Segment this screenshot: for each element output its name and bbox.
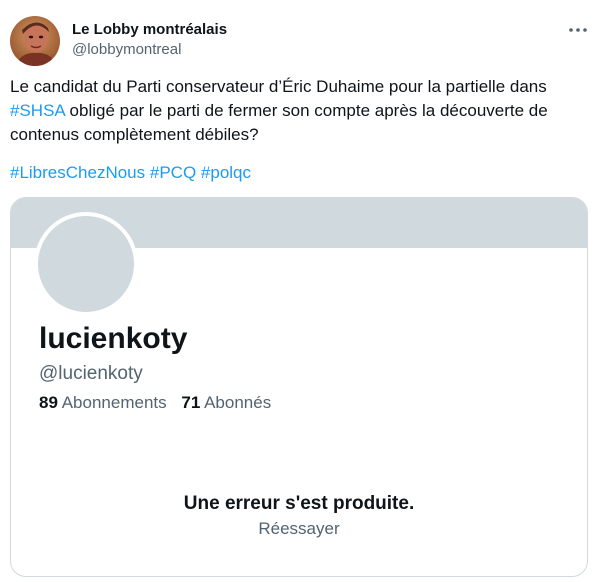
followers-stat[interactable]: 71 Abonnés xyxy=(181,393,271,412)
profile-handle[interactable]: @lucienkoty xyxy=(39,362,143,386)
hashtag-link[interactable]: #LibresChezNous xyxy=(10,163,145,182)
tweet-text-line: #SHSA obligé par le parti de fermer son … xyxy=(10,99,590,123)
hashtag-list: #LibresChezNous #PCQ #polqc xyxy=(10,161,251,185)
author-handle[interactable]: @lobbymontreal xyxy=(72,40,181,60)
hashtag-link[interactable]: #polqc xyxy=(201,163,251,182)
hashtag-link[interactable]: #SHSA xyxy=(10,101,65,120)
profile-stats: 89 Abonnements 71 Abonnés xyxy=(39,392,281,414)
followers-count: 71 xyxy=(181,393,201,412)
hashtag-link[interactable]: #PCQ xyxy=(150,163,196,182)
following-label: Abonnements xyxy=(61,393,167,412)
error-message: Une erreur s'est produite. xyxy=(183,493,415,514)
following-stat[interactable]: 89 Abonnements xyxy=(39,393,167,412)
following-count: 89 xyxy=(39,393,58,412)
author-name[interactable]: Le Lobby montréalais xyxy=(72,20,227,40)
tweet-text-line: contenus complètement débiles? xyxy=(10,125,259,144)
followers-label: Abonnés xyxy=(204,393,272,412)
profile-card[interactable]: lucienkoty @lucienkoty 89 Abonnements 71… xyxy=(10,197,588,577)
tweet-text-line: Le candidat du Parti conservateur d’Éric… xyxy=(10,77,547,96)
tweet: Le Lobby montréalais @lobbymontreal Le c… xyxy=(0,0,600,582)
retry-button[interactable]: Réessayer xyxy=(11,518,587,540)
author-avatar[interactable] xyxy=(10,16,60,66)
profile-name[interactable]: lucienkoty xyxy=(39,321,187,357)
tweet-text: Le candidat du Parti conservateur d’Éric… xyxy=(10,75,590,147)
profile-avatar[interactable] xyxy=(34,212,138,316)
tweet-text-segment: obligé par le parti de fermer son compte… xyxy=(64,101,548,120)
more-horizontal-icon[interactable] xyxy=(567,22,589,38)
profile-photo-icon xyxy=(10,16,60,66)
